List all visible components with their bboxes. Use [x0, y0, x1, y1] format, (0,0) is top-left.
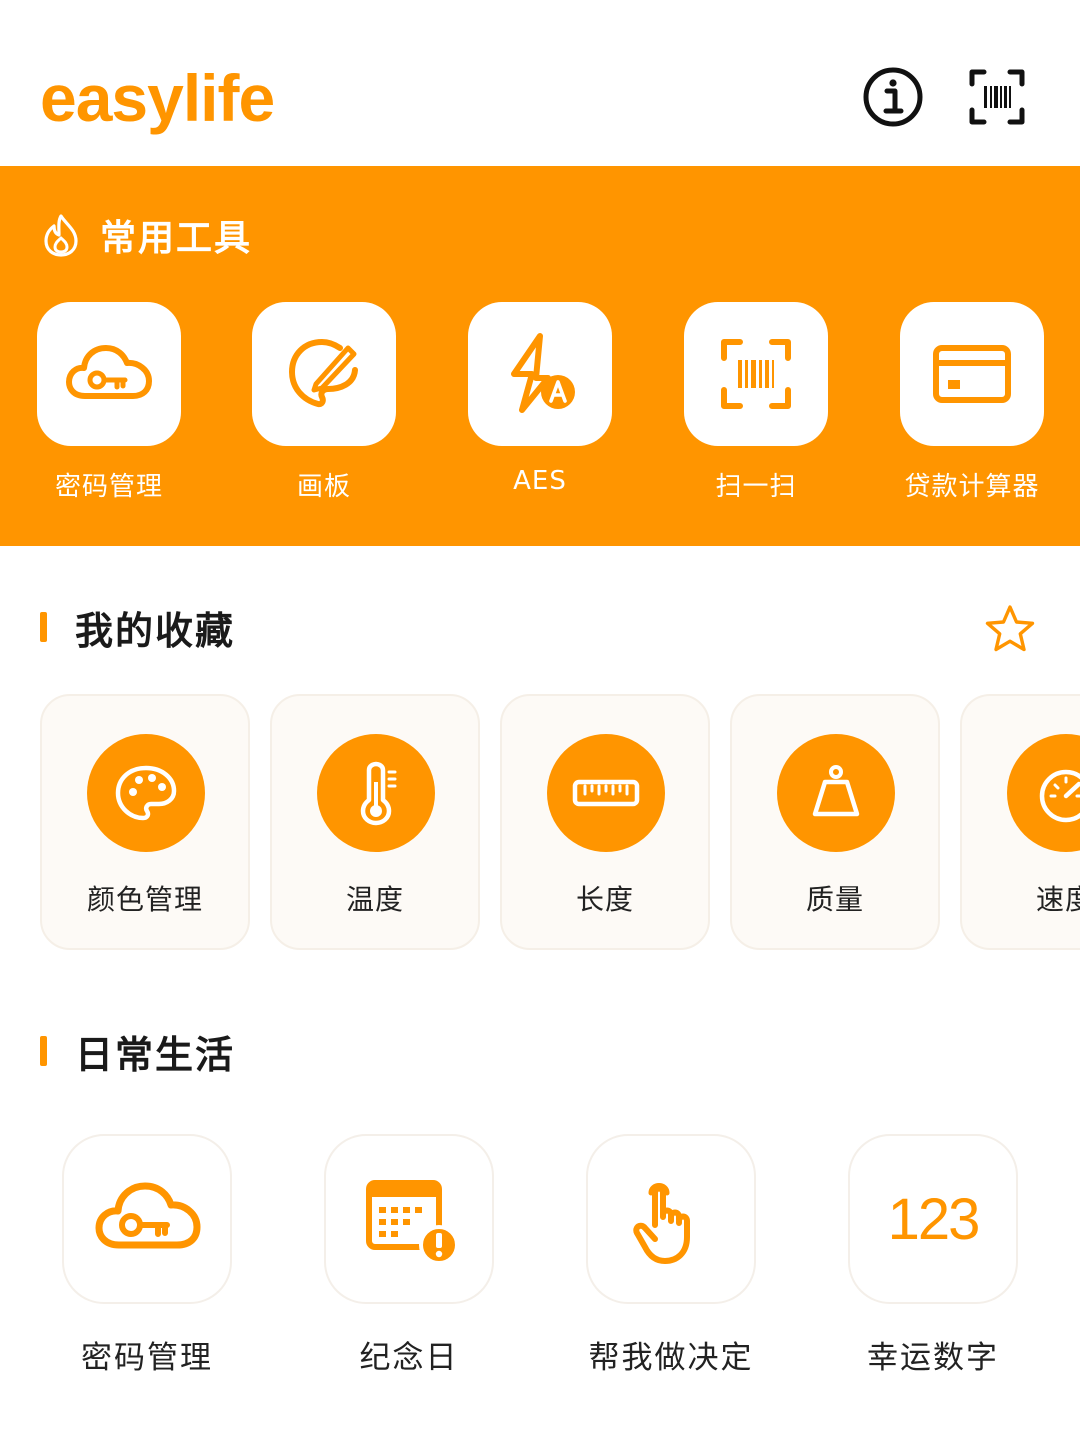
scan-button[interactable]: [964, 64, 1030, 130]
tool-label: AES: [513, 466, 567, 496]
drawing-board-icon: [288, 338, 358, 408]
app-header: easylife: [0, 0, 1080, 166]
cloud-key-icon: [66, 345, 152, 399]
tool-tile: [900, 302, 1044, 446]
favorite-card-temperature[interactable]: 温度: [270, 694, 480, 950]
ruler-icon: [572, 779, 640, 807]
life-label: 纪念日: [359, 1340, 459, 1376]
weight-icon: [812, 765, 860, 817]
common-tools-panel: 常用工具 密码管理 画板 AES 扫一扫 贷款计算器: [0, 166, 1080, 546]
fav-label: 质量: [805, 883, 864, 916]
credit-card-icon: [933, 345, 1011, 403]
fav-label: 温度: [345, 883, 404, 916]
fav-label: 速度: [1035, 883, 1080, 916]
flame-icon: [44, 214, 78, 257]
thermometer-icon: [360, 761, 397, 826]
life-label: 幸运数字: [867, 1340, 999, 1376]
info-circle-icon: [863, 67, 923, 127]
life-tile: [586, 1134, 756, 1304]
lucky-number-icon: 123: [888, 1187, 981, 1252]
favorites-header: 我的收藏: [40, 602, 236, 653]
hand-tap-icon: [633, 1183, 690, 1264]
aes-lightning-icon: [511, 333, 575, 413]
life-tile: 123: [848, 1134, 1018, 1304]
life-item-lucky-number[interactable]: 123 幸运数字: [848, 1134, 1018, 1376]
fav-icon-circle: [317, 734, 435, 852]
daily-life-header: 日常生活: [40, 1026, 236, 1077]
tool-label: 密码管理: [54, 472, 163, 502]
life-item-anniversary[interactable]: 纪念日: [324, 1134, 494, 1376]
life-label: 密码管理: [81, 1340, 213, 1376]
barcode-scan-icon: [969, 69, 1025, 125]
app-title: easylife: [40, 61, 275, 135]
tool-aes[interactable]: AES: [468, 302, 612, 496]
calendar-alert-icon: [366, 1180, 459, 1265]
fav-icon-circle: [87, 734, 205, 852]
fav-label: 长度: [575, 883, 634, 916]
favorite-card-speed[interactable]: 速度: [960, 694, 1080, 950]
daily-life-title: 日常生活: [75, 1032, 236, 1077]
speedometer-icon: [1039, 769, 1080, 823]
tool-tile: [684, 302, 828, 446]
tool-loan-calculator[interactable]: 贷款计算器: [900, 302, 1044, 502]
life-label: 帮我做决定: [588, 1340, 754, 1376]
favorite-card-color[interactable]: 颜色管理: [40, 694, 250, 950]
common-tools-title: 常用工具: [100, 218, 253, 259]
star-outline-icon: [985, 605, 1035, 652]
lucky-number-glyph: 123: [888, 1187, 979, 1252]
info-button[interactable]: [860, 64, 926, 130]
favorites-title: 我的收藏: [75, 608, 236, 653]
fav-icon-circle: [777, 734, 895, 852]
fav-icon-circle: [1007, 734, 1080, 852]
tool-tile: [468, 302, 612, 446]
palette-icon: [115, 765, 177, 821]
tool-label: 贷款计算器: [904, 472, 1040, 502]
tool-tile: [252, 302, 396, 446]
tool-scan[interactable]: 扫一扫: [684, 302, 828, 502]
cloud-key-icon: [95, 1182, 201, 1249]
life-item-decide-for-me[interactable]: 帮我做决定: [586, 1134, 756, 1376]
section-accent-bar: [40, 1036, 47, 1066]
life-tile: [62, 1134, 232, 1304]
life-tile: [324, 1134, 494, 1304]
favorite-card-length[interactable]: 长度: [500, 694, 710, 950]
tool-label: 画板: [296, 472, 351, 502]
fav-label: 颜色管理: [86, 883, 203, 916]
fav-icon-circle: [547, 734, 665, 852]
barcode-scan-icon: [721, 339, 791, 409]
tool-tile: [37, 302, 181, 446]
common-tools-header: 常用工具: [40, 210, 252, 260]
favorites-star-button[interactable]: [982, 602, 1038, 658]
life-item-password-manager[interactable]: 密码管理: [62, 1134, 232, 1376]
tool-password-manager[interactable]: 密码管理: [37, 302, 181, 502]
favorite-card-mass[interactable]: 质量: [730, 694, 940, 950]
tool-label: 扫一扫: [715, 472, 797, 502]
tool-drawing-board[interactable]: 画板: [252, 302, 396, 502]
section-accent-bar: [40, 612, 47, 642]
